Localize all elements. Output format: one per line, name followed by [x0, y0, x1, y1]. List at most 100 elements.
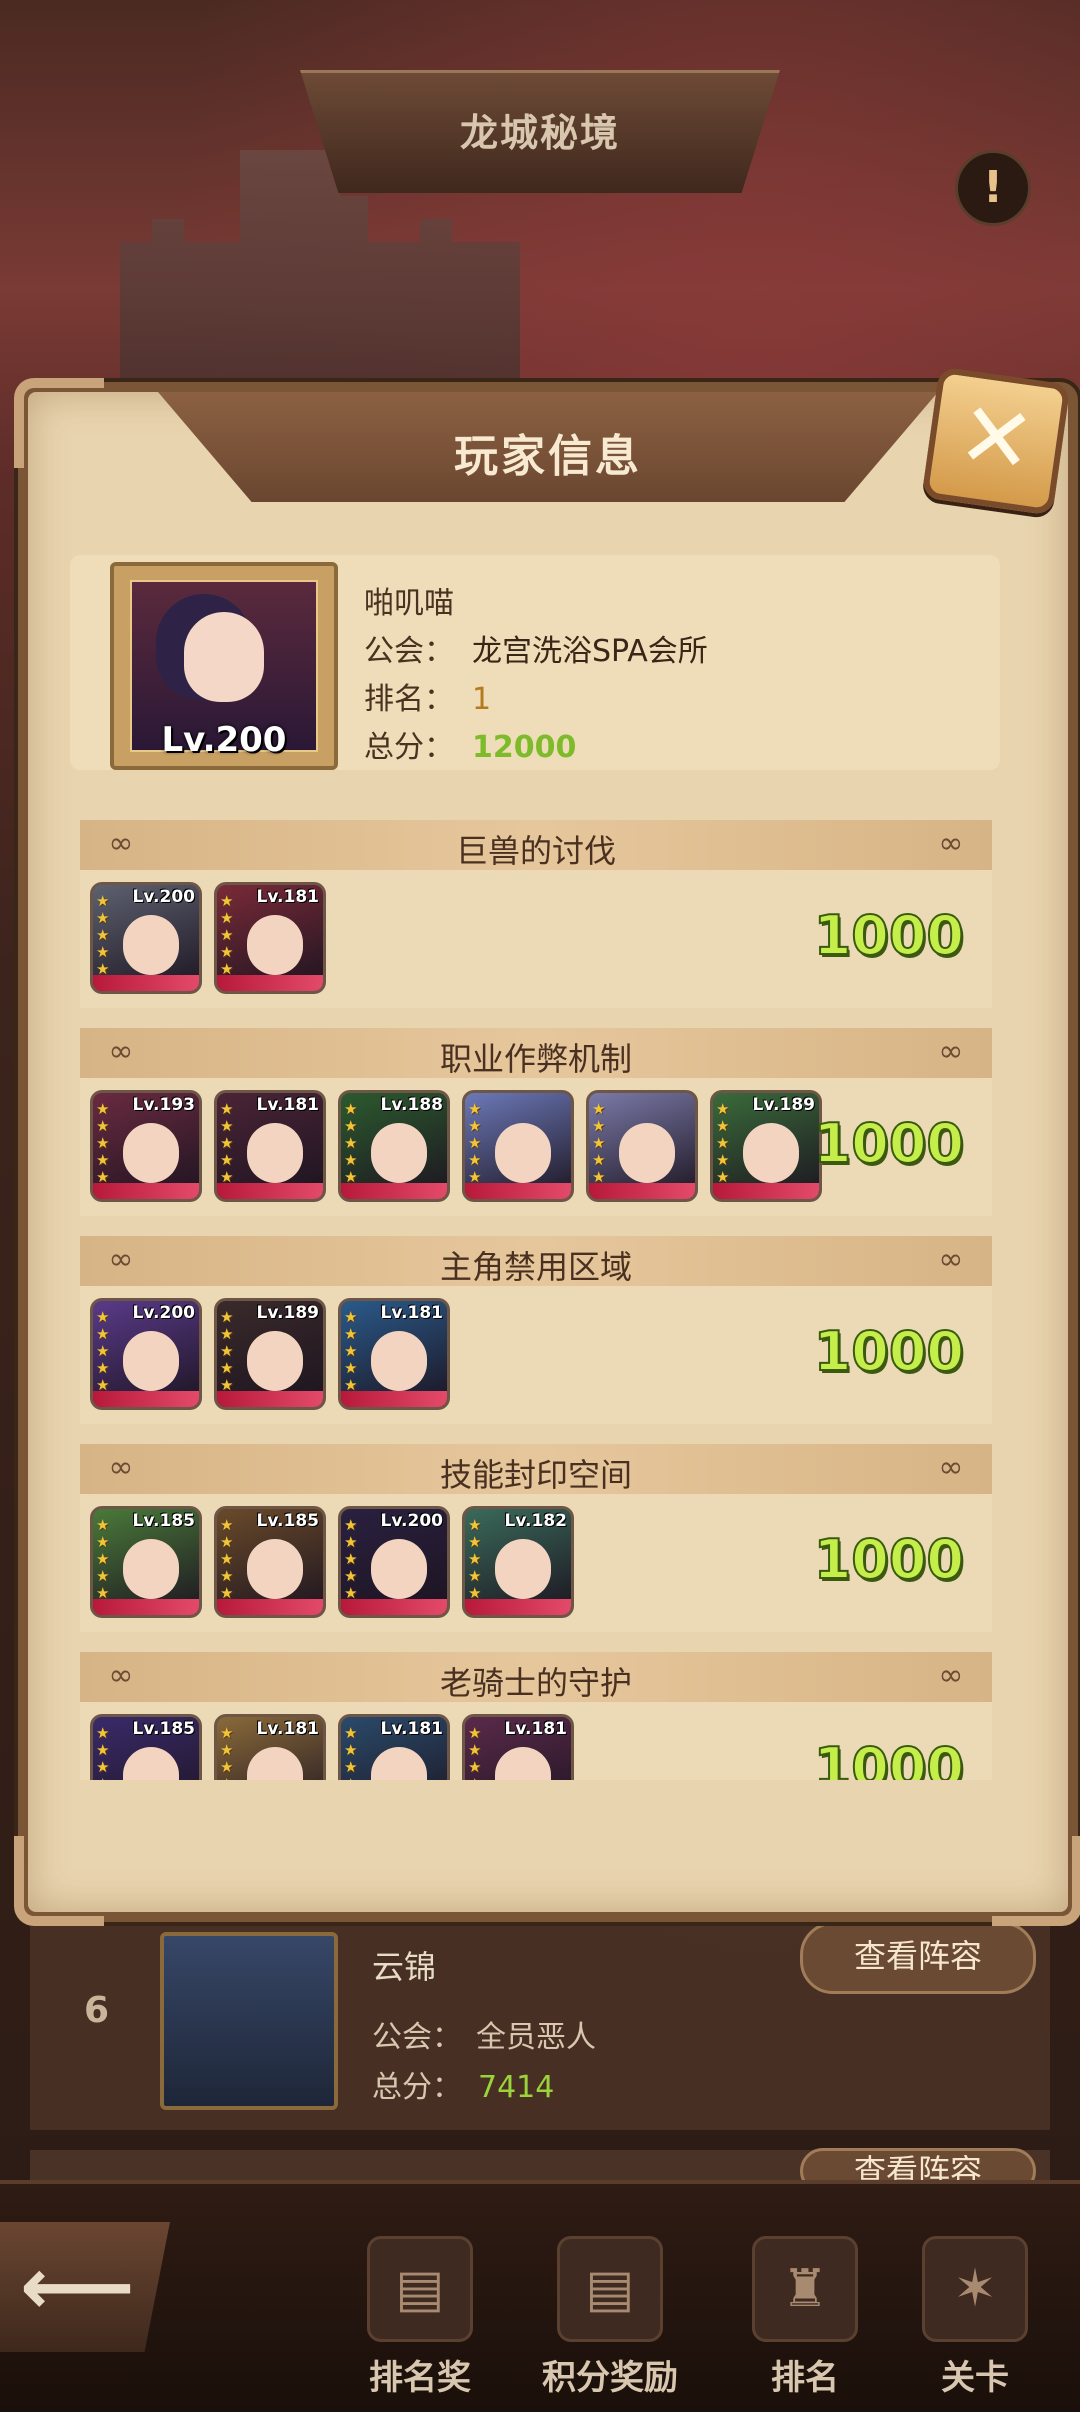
hero-card[interactable]: ★ ★ ★ ★ ★ Lv.200: [90, 882, 202, 994]
hero-portrait: [247, 1539, 303, 1599]
section-score: 1000: [813, 1319, 965, 1384]
hero-level: Lv.182: [504, 1511, 567, 1531]
hero-portrait: [619, 1123, 675, 1183]
section-body: ★ ★ ★ ★ ★ Lv.185 ★ ★ ★ ★ ★ Lv.185 ★ ★ ★ ★ ★ Lv.200 ★ ★ ★ ★ ★ Lv…: [80, 1494, 992, 1632]
star-rating-icon: ★★★★★: [468, 1100, 482, 1186]
star-rating-icon: ★★★★★: [220, 1308, 234, 1394]
hero-level: Lv.181: [256, 1095, 319, 1115]
hero-portrait: [495, 1123, 551, 1183]
ranking-icon: ♜: [752, 2236, 858, 2342]
hero-card[interactable]: ★ ★ ★ ★ ★ Lv.188: [338, 1090, 450, 1202]
rarity-stripe: [465, 1599, 571, 1615]
star-rating-icon: ★★★★★: [468, 1516, 482, 1602]
section-score: 1000: [813, 1735, 965, 1780]
avatar[interactable]: [160, 1932, 338, 2110]
section-title: 技能封印空间: [439, 1456, 632, 1494]
hero-portrait: [123, 915, 179, 975]
star-rating-icon: ★★★★★: [468, 1724, 482, 1781]
rarity-stripe: [341, 1183, 447, 1199]
score-line: 总分： 7414: [372, 2070, 555, 2105]
star-rating-icon: ★★★★★: [96, 1724, 110, 1781]
hero-card[interactable]: ★ ★ ★ ★ ★ Lv.200: [338, 1506, 450, 1618]
hero-card[interactable]: ★ ★ ★ ★ ★ Lv.200: [90, 1298, 202, 1410]
star-rating-icon: ★★★★★: [220, 1516, 234, 1602]
screen-title: 龙城秘境: [459, 111, 620, 155]
hero-card[interactable]: ★ ★ ★ ★ ★ Lv.193: [90, 1090, 202, 1202]
star-rating-icon: ★★★★★: [344, 1100, 358, 1186]
hero-card[interactable]: ★★★★★ Lv.181: [214, 1090, 326, 1202]
hero-portrait: [371, 1747, 427, 1780]
rarity-stripe: [93, 1391, 199, 1407]
section-score: 1000: [813, 1111, 965, 1176]
star-rating-icon: ★★★★★: [96, 1516, 110, 1602]
hero-card[interactable]: ★★★★★ Lv.185: [214, 1506, 326, 1618]
hero-portrait: [123, 1331, 179, 1391]
corner-ornament: [14, 1836, 104, 1926]
section-body: ★ ★ ★ ★ ★ Lv.200 ★ ★ ★ ★ ★ Lv.181 1000: [80, 870, 992, 1008]
hero-card[interactable]: ★★★★★ Lv.181: [338, 1298, 450, 1410]
hero-level: Lv.185: [132, 1511, 195, 1531]
rarity-stripe: [465, 1183, 571, 1199]
section-title: 老骑士的守护: [439, 1664, 632, 1702]
hero-card[interactable]: ★ ★ ★ ★ ★: [462, 1090, 574, 1202]
hero-level: Lv.185: [256, 1511, 319, 1531]
nav-ranking-reward[interactable]: ▤ 排名奖: [330, 2236, 510, 2399]
hero-card[interactable]: ★ ★ ★ ★ ★ Lv.182: [462, 1506, 574, 1618]
rank-number: 6: [84, 1990, 110, 2031]
hero-card[interactable]: ★ ★ ★ ★ ★ Lv.189: [214, 1298, 326, 1410]
score-line: 总分： 12000: [364, 730, 577, 765]
nav-points-reward[interactable]: ▤ 积分奖励: [520, 2236, 700, 2399]
hero-card[interactable]: ★★★★★ Lv.181: [214, 1714, 326, 1780]
rarity-stripe: [217, 1599, 323, 1615]
corner-ornament: [992, 1836, 1080, 1926]
hero-level: Lv.181: [380, 1303, 443, 1323]
section-title: 巨兽的讨伐: [455, 832, 616, 870]
star-rating-icon: ★★★★★: [220, 1724, 234, 1781]
section-header: ∞ 主角禁用区域 ∞: [80, 1236, 992, 1286]
star-rating-icon: ★★★★★: [592, 1100, 606, 1186]
rarity-stripe: [341, 1599, 447, 1615]
hero-card[interactable]: ★★★★★ Lv.181: [462, 1714, 574, 1780]
hero-portrait: [247, 1331, 303, 1391]
section-body: ★★★★★ Lv.185 ★★★★★ Lv.181 ★★★★★ Lv.181 ★★★★★ Lv…: [80, 1702, 992, 1780]
hero-card[interactable]: ★★★★★ Lv.181: [214, 882, 326, 994]
star-rating-icon: ★★★★★: [96, 1308, 110, 1394]
rarity-stripe: [589, 1183, 695, 1199]
section-title: 职业作弊机制: [439, 1040, 632, 1078]
stage-icon: ✶: [922, 2236, 1028, 2342]
hero-card[interactable]: ★★★★★ Lv.185: [90, 1714, 202, 1780]
hero-card[interactable]: ★ ★ ★ ★ ★: [586, 1090, 698, 1202]
hero-level: Lv.181: [380, 1719, 443, 1739]
section-header: ∞ 职业作弊机制 ∞: [80, 1028, 992, 1078]
hero-portrait: [371, 1539, 427, 1599]
star-rating-icon: ★★★★★: [96, 892, 110, 978]
rarity-stripe: [341, 1391, 447, 1407]
stage-section-list[interactable]: ∞ 巨兽的讨伐 ∞ ★ ★ ★ ★ ★ Lv.200 ★ ★ ★ ★ ★ Lv.181 1000 ∞ 职业作弊机制…: [60, 790, 1020, 1780]
hero-level: Lv.189: [256, 1303, 319, 1323]
close-icon[interactable]: ✕: [921, 366, 1071, 516]
knot-ornament-icon: ∞: [938, 1450, 964, 1485]
hero-level: Lv.181: [504, 1719, 567, 1739]
nav-stage[interactable]: ✶ 关卡: [885, 2236, 1065, 2399]
star-rating-icon: ★★★★★: [344, 1724, 358, 1781]
section-body: ★ ★ ★ ★ ★ Lv.193 ★ ★ ★ ★ ★ Lv.181 ★ ★ ★ ★ ★ Lv.188 ★ ★ ★ ★ ★ ★ ★…: [80, 1078, 992, 1216]
view-lineup-button[interactable]: 查看阵容: [800, 1922, 1036, 1994]
hero-portrait: [371, 1123, 427, 1183]
section-header: ∞ 巨兽的讨伐 ∞: [80, 820, 992, 870]
player-portrait: Lv.200: [110, 562, 338, 770]
star-rating-icon: ★★★★★: [716, 1100, 730, 1186]
rarity-stripe: [217, 975, 323, 991]
hero-card[interactable]: ★ ★ ★ ★ ★ Lv.189: [710, 1090, 822, 1202]
exclamation-icon[interactable]: !: [955, 150, 1031, 226]
hero-card[interactable]: ★★★★★ Lv.185: [90, 1506, 202, 1618]
hero-level: Lv.188: [380, 1095, 443, 1115]
nav-ranking[interactable]: ♜ 排名: [715, 2236, 895, 2399]
rarity-stripe: [93, 1599, 199, 1615]
back-arrow-icon[interactable]: ⟵: [20, 2240, 135, 2333]
player-name: 啪叽喵: [364, 586, 454, 621]
hero-card[interactable]: ★★★★★ Lv.181: [338, 1714, 450, 1780]
ranking-reward-icon: ▤: [367, 2236, 473, 2342]
hero-portrait: [495, 1539, 551, 1599]
rarity-stripe: [217, 1391, 323, 1407]
section-body: ★ ★ ★ ★ ★ Lv.200 ★ ★ ★ ★ ★ Lv.189 ★ ★ ★ ★ ★ Lv.181 1000: [80, 1286, 992, 1424]
